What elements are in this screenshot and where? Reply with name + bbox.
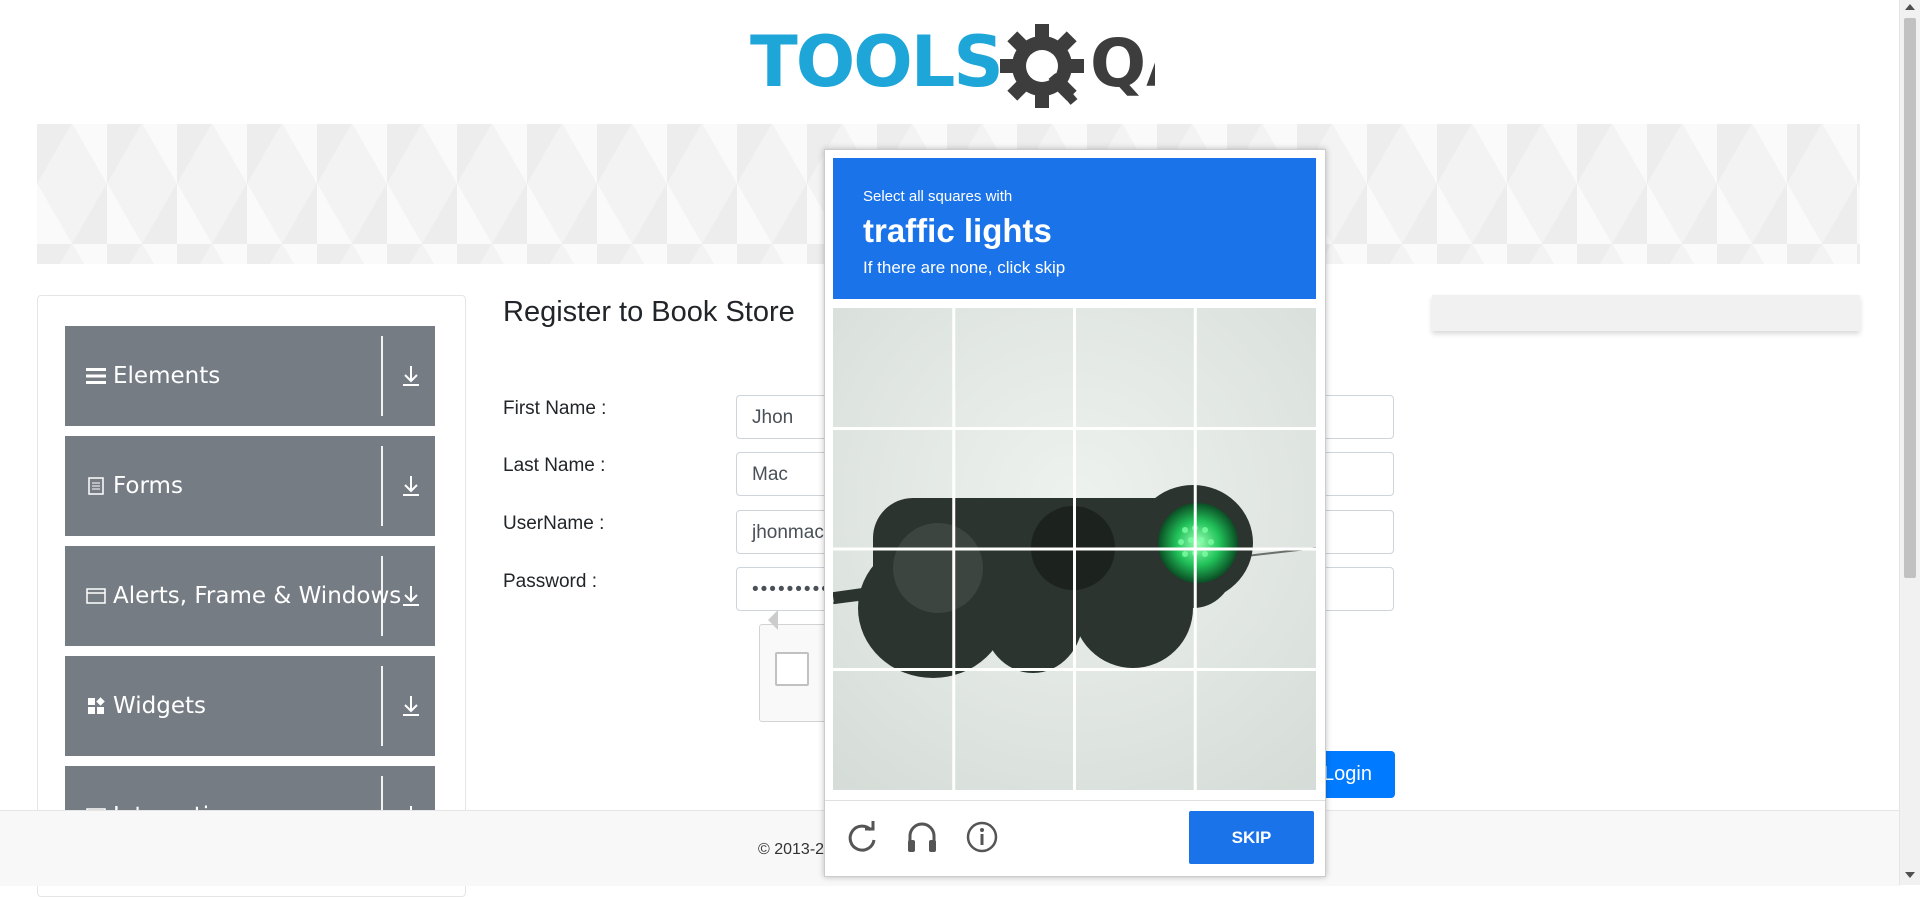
sidebar-group-forms[interactable]: Forms bbox=[65, 436, 435, 536]
logo-tools-text: TOOLS bbox=[750, 21, 1002, 103]
page-title: Register to Book Store bbox=[503, 296, 795, 328]
challenge-footer-divider bbox=[825, 800, 1325, 801]
logo-qa-text: QA bbox=[1090, 25, 1155, 102]
audio-icon[interactable] bbox=[903, 818, 941, 856]
divider bbox=[381, 666, 383, 746]
challenge-header: Select all squares with traffic lights I… bbox=[833, 158, 1316, 299]
gear-icon bbox=[1000, 24, 1084, 108]
challenge-image-grid bbox=[832, 308, 1317, 790]
ad-banner bbox=[1432, 295, 1860, 331]
challenge-hint: If there are none, click skip bbox=[863, 258, 1066, 277]
toolsqa-logo[interactable]: TOOLS QA bbox=[750, 18, 1197, 113]
document-icon bbox=[85, 475, 107, 497]
skip-button[interactable]: SKIP bbox=[1189, 811, 1314, 864]
download-arrow-icon[interactable] bbox=[397, 362, 425, 390]
divider bbox=[381, 336, 383, 416]
sidebar-group-elements[interactable]: Elements bbox=[65, 326, 435, 426]
scroll-down-arrow-icon[interactable] bbox=[1905, 872, 1915, 878]
footer-copyright: © 2013-2 bbox=[758, 841, 825, 858]
sidebar-group-label: Alerts, Frame & Windows bbox=[113, 583, 402, 609]
recaptcha-checkbox[interactable] bbox=[775, 652, 809, 686]
info-icon[interactable] bbox=[963, 818, 1001, 856]
captcha-challenge-dialog: Select all squares with traffic lights I… bbox=[824, 149, 1326, 877]
download-arrow-icon[interactable] bbox=[397, 472, 425, 500]
sidebar-group-label: Elements bbox=[113, 363, 221, 389]
sidebar-group-label: Widgets bbox=[113, 693, 206, 719]
first-name-label: First Name : bbox=[503, 398, 607, 419]
widgets-icon bbox=[85, 695, 107, 717]
sidebar-group-label: Forms bbox=[113, 473, 183, 499]
challenge-instruction: Select all squares with bbox=[863, 188, 1013, 205]
challenge-pointer bbox=[768, 610, 778, 630]
challenge-target: traffic lights bbox=[863, 212, 1052, 249]
reload-icon[interactable] bbox=[843, 818, 881, 856]
sidebar-group-alerts[interactable]: Alerts, Frame & Windows bbox=[65, 546, 435, 646]
page-scrollbar[interactable] bbox=[1899, 0, 1920, 885]
window-icon bbox=[85, 585, 107, 607]
divider bbox=[381, 556, 383, 636]
sidebar-group-widgets[interactable]: Widgets bbox=[65, 656, 435, 756]
traffic-light-image bbox=[832, 308, 1317, 790]
password-label: Password : bbox=[503, 571, 597, 592]
download-arrow-icon[interactable] bbox=[397, 582, 425, 610]
download-arrow-icon[interactable] bbox=[397, 692, 425, 720]
username-label: UserName : bbox=[503, 513, 605, 534]
divider bbox=[381, 446, 383, 526]
sidebar: Elements Forms Alerts, Frame & Windows W… bbox=[37, 295, 466, 897]
scroll-thumb[interactable] bbox=[1904, 18, 1916, 578]
hamburger-icon bbox=[85, 365, 107, 387]
last-name-label: Last Name : bbox=[503, 455, 606, 476]
scroll-up-arrow-icon[interactable] bbox=[1905, 4, 1915, 10]
